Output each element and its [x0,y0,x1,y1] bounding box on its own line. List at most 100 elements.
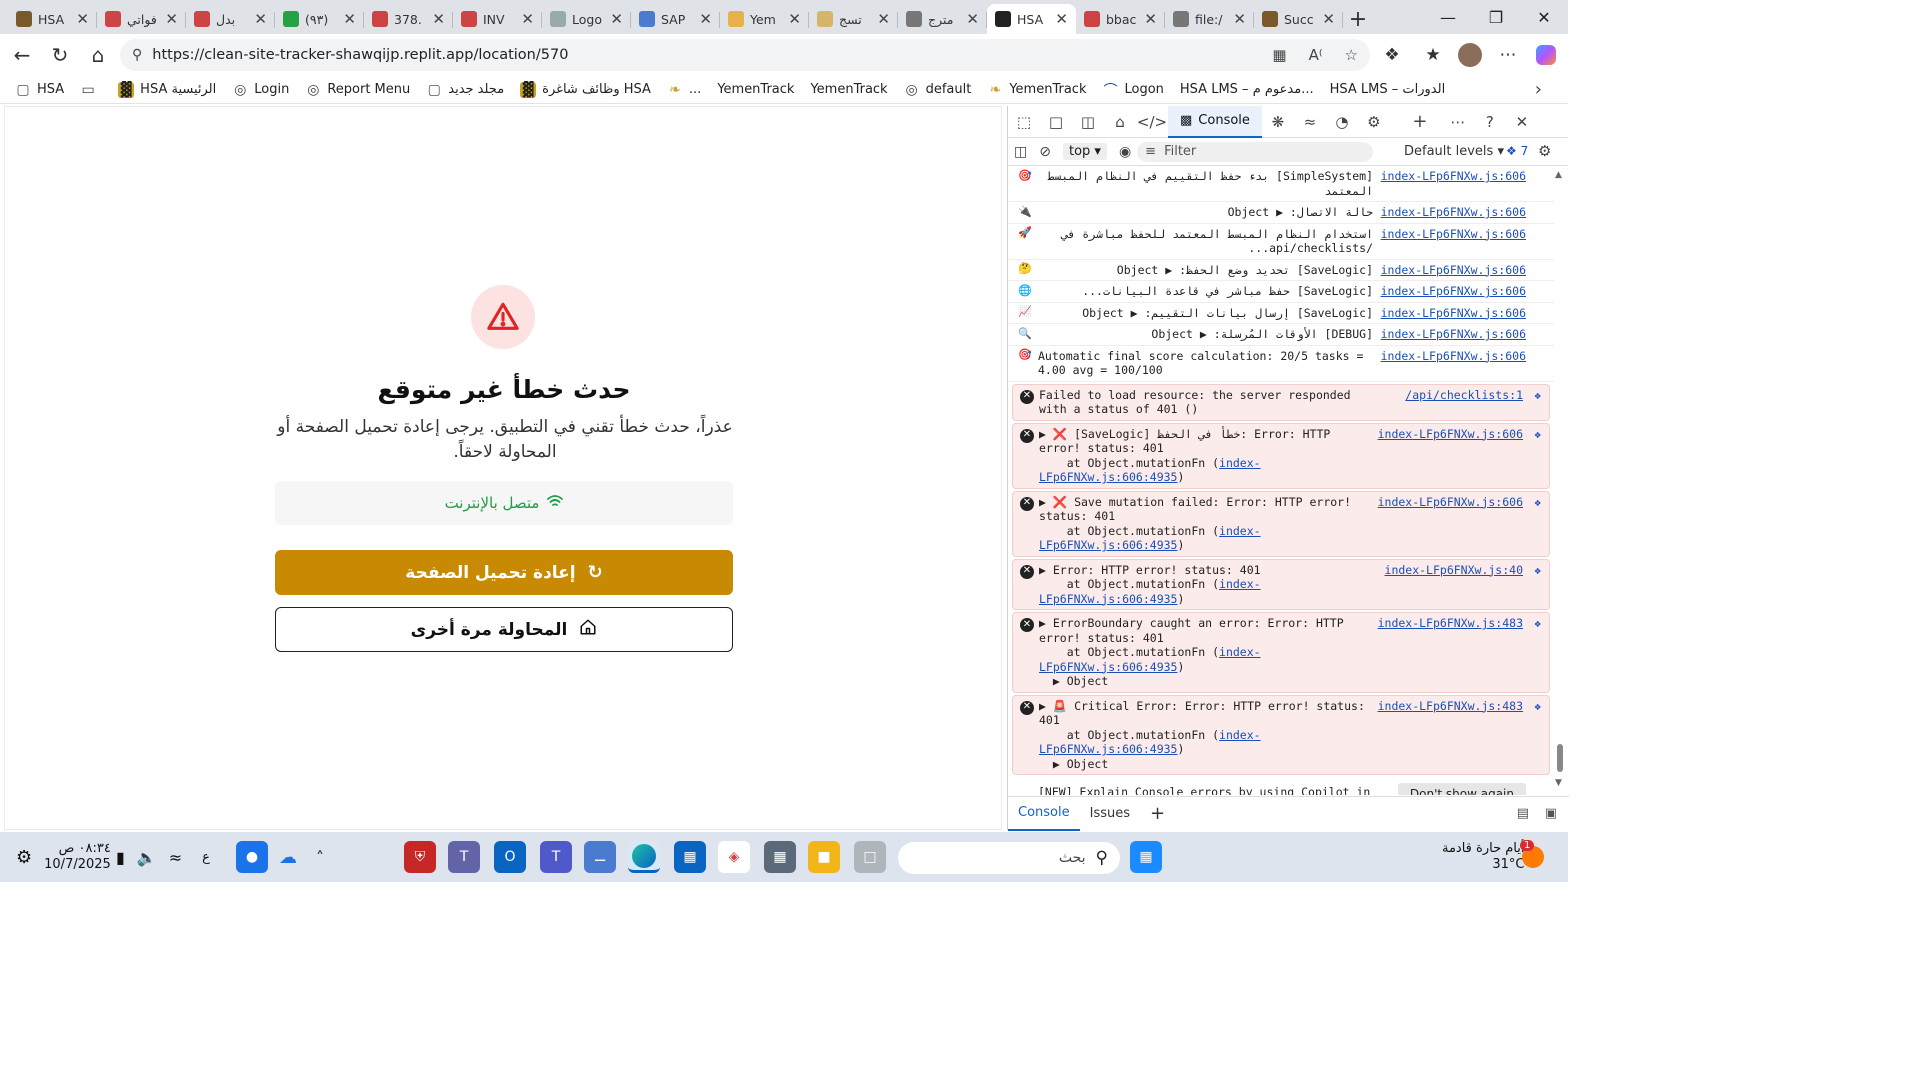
log-source-link[interactable]: index-LFp6FNXw.js:483 [1378,699,1523,714]
dont-show-again-button[interactable]: Don't show again [1397,783,1526,795]
console-error-row[interactable]: ✕ ❖ index-LFp6FNXw.js:606 ▶ ❌ [SaveLogic] خ… [1012,422,1550,489]
file-explorer-icon[interactable]: ■ [808,841,840,873]
browser-tab[interactable]: Yem ✕ [720,4,809,34]
extensions-icon[interactable]: ❖ [1376,39,1408,71]
browser-tab[interactable]: بدل ✕ [186,4,275,34]
close-tab-icon[interactable]: ✕ [966,10,979,28]
copilot-explain-icon[interactable]: ❖ [1534,564,1541,579]
console-log-row[interactable]: 🎯 index-LFp6FNXw.js:606 [SimpleSystem] بدء… [1008,166,1554,202]
back-icon[interactable]: ← [4,37,40,73]
wifi-tray-icon[interactable]: ≈ [169,848,182,867]
browser-tab[interactable]: تسج ✕ [809,4,898,34]
console-log-row[interactable]: 🔌 index-LFp6FNXw.js:606 حالة الاتصال: ▶ Ob… [1008,202,1554,224]
restore-icon[interactable]: ❐ [1472,0,1520,34]
favorite-item[interactable]: YemenTrack [710,78,801,102]
console-error-row[interactable]: ✕ ❖ index-LFp6FNXw.js:40 ▶ Error: HTTP erro… [1012,558,1550,610]
battery-icon[interactable]: ▮ [116,848,125,867]
filter-input[interactable]: ≡ Filter [1137,141,1374,162]
browser-tab[interactable]: (٩٣) ✕ [275,4,364,34]
favorite-item[interactable]: ◎ Report Menu [298,78,417,102]
console-error-row[interactable]: ✕ ❖ index-LFp6FNXw.js:483 ▶ ErrorBoundary c… [1012,612,1550,693]
copilot-explain-icon[interactable]: ❖ [1534,389,1541,404]
console-error-row[interactable]: ✕ ❖ /api/checklists:1 Failed to load resour… [1012,383,1550,421]
app-arabic-icon[interactable]: ◈ [718,841,750,873]
console-log-row[interactable]: 🚀 index-LFp6FNXw.js:606 استخدام النظام الم… [1008,224,1554,260]
console-log-row[interactable]: 🎯 index-LFp6FNXw.js:606 Automatic final sc… [1008,346,1554,382]
weather-widget[interactable]: أيام حارة قادمة 31°C [1442,832,1525,882]
favorite-item[interactable]: ▢ HSA [8,78,71,102]
drawer-tab-console[interactable]: Console [1008,797,1080,831]
console-error-row[interactable]: ✕ ❖ index-LFp6FNXw.js:606 ▶ ❌ Save mutation… [1012,490,1550,557]
copilot-icon[interactable] [1530,39,1562,71]
sap-icon[interactable]: ⚊ [584,841,616,873]
favorite-item[interactable]: ⌒ Logon [1095,78,1170,102]
close-tab-icon[interactable]: ✕ [1322,10,1335,28]
minimize-icon[interactable]: — [1424,0,1472,34]
close-tab-icon[interactable]: ✕ [610,10,623,28]
favorite-star-icon[interactable]: ☆ [1345,46,1358,64]
log-source-link[interactable]: /api/checklists:1 [1405,388,1523,403]
close-tab-icon[interactable]: ✕ [432,10,445,28]
tab-console[interactable]: ▩ Console [1168,105,1262,138]
browser-tab[interactable]: فواتي ✕ [97,4,186,34]
close-window-icon[interactable]: ✕ [1520,0,1568,34]
close-tab-icon[interactable]: ✕ [254,10,267,28]
close-tab-icon[interactable]: ✕ [1144,10,1157,28]
browser-tab[interactable]: HSA ✕ [8,4,97,34]
browser-tab[interactable]: Logo ✕ [542,4,631,34]
copilot-explain-icon[interactable]: ❖ [1534,496,1541,511]
context-select[interactable]: top ▾ [1062,143,1107,160]
favorites-icon[interactable]: ★ [1417,39,1449,71]
more-menu-icon[interactable]: ⋯ [1492,39,1524,71]
close-tab-icon[interactable]: ✕ [521,10,534,28]
log-source-link[interactable]: index-LFp6FNXw.js:606 [1381,263,1526,278]
log-source-link[interactable]: index-LFp6FNXw.js:606 [1378,427,1523,442]
browser-tab[interactable]: مترج ✕ [898,4,987,34]
add-tool-icon[interactable]: + [1404,106,1436,138]
app-available-icon[interactable]: ▦ [1272,46,1286,64]
console-log-row[interactable]: 🔍 index-LFp6FNXw.js:606 [DEBUG] الأوقات ال… [1008,324,1554,346]
microphone-icon[interactable]: ● [236,841,268,873]
log-source-link[interactable]: index-LFp6FNXw.js:606 [1381,306,1526,321]
log-source-link[interactable]: index-LFp6FNXw.js:483 [1378,616,1523,631]
store-icon[interactable]: ▦ [674,841,706,873]
close-tab-icon[interactable]: ✕ [76,10,89,28]
browser-tab[interactable]: file:/ ✕ [1165,4,1254,34]
copilot-explain-icon[interactable]: ❖ [1534,700,1541,715]
favorite-item[interactable]: ❧... [660,78,708,102]
close-tab-icon[interactable]: ✕ [788,10,801,28]
profile-avatar[interactable] [1454,39,1486,71]
sidebar-toggle-icon[interactable]: ◫ [1072,106,1104,138]
console-error-row[interactable]: ✕ ❖ index-LFp6FNXw.js:483 ▶ 🚨 Critical Erro… [1012,694,1550,775]
performance-icon[interactable]: ◔ [1326,106,1358,138]
close-tab-icon[interactable]: ✕ [1055,10,1068,28]
favorite-item[interactable]: ◎ default [897,78,979,102]
browser-tab[interactable]: INV ✕ [453,4,542,34]
dock-icon[interactable]: ▤ [1517,806,1529,821]
favorite-item[interactable]: ▭ [73,78,109,102]
input-language[interactable]: ع [202,850,210,865]
retry-button[interactable]: المحاولة مرة أخرى [275,607,733,652]
site-info-icon[interactable]: ⚲ [132,47,142,63]
outlook-icon[interactable]: O [494,841,526,873]
clear-console-icon[interactable]: ⊘ [1039,144,1051,160]
log-levels-dropdown[interactable]: Default levels ▾ [1404,144,1504,159]
close-tab-icon[interactable]: ✕ [343,10,356,28]
network-wifi-icon[interactable]: ≈ [1294,106,1326,138]
teams-chat-icon[interactable]: T [448,841,480,873]
show-sidebar-icon[interactable]: ◫ [1014,144,1027,160]
close-tab-icon[interactable]: ✕ [699,10,712,28]
new-tab-button[interactable]: + [1343,4,1373,34]
chevron-right-icon[interactable]: › [1535,79,1542,100]
log-source-link[interactable]: index-LFp6FNXw.js:606 [1381,349,1526,364]
url-text[interactable]: https://clean-site-tracker-shawqijp.repl… [152,47,1262,63]
log-source-link[interactable]: index-LFp6FNXw.js:606 [1378,495,1523,510]
security-app-icon[interactable]: ⛨ [404,841,436,873]
refresh-icon[interactable]: ↻ [42,37,78,73]
volume-icon[interactable]: 🔈 [137,848,157,867]
app-window-icon[interactable]: □ [854,841,886,873]
close-tab-icon[interactable]: ✕ [877,10,890,28]
taskbar-search[interactable]: بحث ⚲ [898,842,1120,874]
favorite-item[interactable]: ▓ HSA الرئيسية [111,78,223,102]
close-tab-icon[interactable]: ✕ [1233,10,1246,28]
